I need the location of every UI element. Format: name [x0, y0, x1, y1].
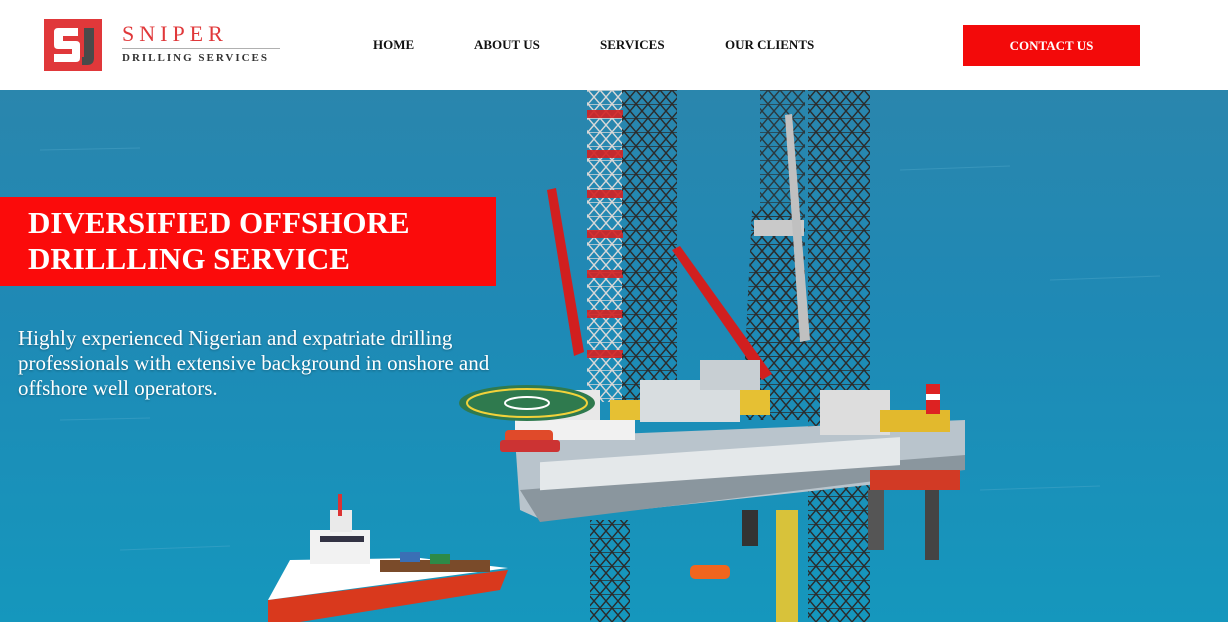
brand-wordmark: SNIPER DRILLING SERVICES: [122, 21, 280, 65]
sd-monogram-logo-icon: [44, 19, 102, 71]
brand-divider: [122, 48, 280, 49]
page-bottom-edge: [0, 622, 1228, 627]
hero-headline-line2: DRILLLING SERVICE: [28, 241, 350, 276]
nav-home[interactable]: HOME: [373, 37, 414, 53]
contact-us-button[interactable]: CONTACT US: [963, 25, 1140, 66]
hero-section: DIVERSIFIED OFFSHORE DRILLLING SERVICE H…: [0, 90, 1228, 622]
hero-headline-line1: DIVERSIFIED OFFSHORE: [28, 205, 410, 240]
site-header: SNIPER DRILLING SERVICES HOME ABOUT US S…: [0, 0, 1228, 90]
nav-services[interactable]: SERVICES: [600, 37, 665, 53]
nav-about-us[interactable]: ABOUT US: [474, 37, 540, 53]
brand-logo[interactable]: SNIPER DRILLING SERVICES: [44, 19, 289, 71]
brand-tagline: DRILLING SERVICES: [122, 52, 270, 64]
hero-description: Highly experienced Nigerian and expatria…: [18, 326, 490, 400]
nav-our-clients[interactable]: OUR CLIENTS: [725, 37, 814, 53]
hero-headline-box: DIVERSIFIED OFFSHORE DRILLLING SERVICE: [0, 197, 496, 286]
brand-name: SNIPER: [122, 21, 228, 46]
hero-headline: DIVERSIFIED OFFSHORE DRILLLING SERVICE: [28, 205, 410, 277]
